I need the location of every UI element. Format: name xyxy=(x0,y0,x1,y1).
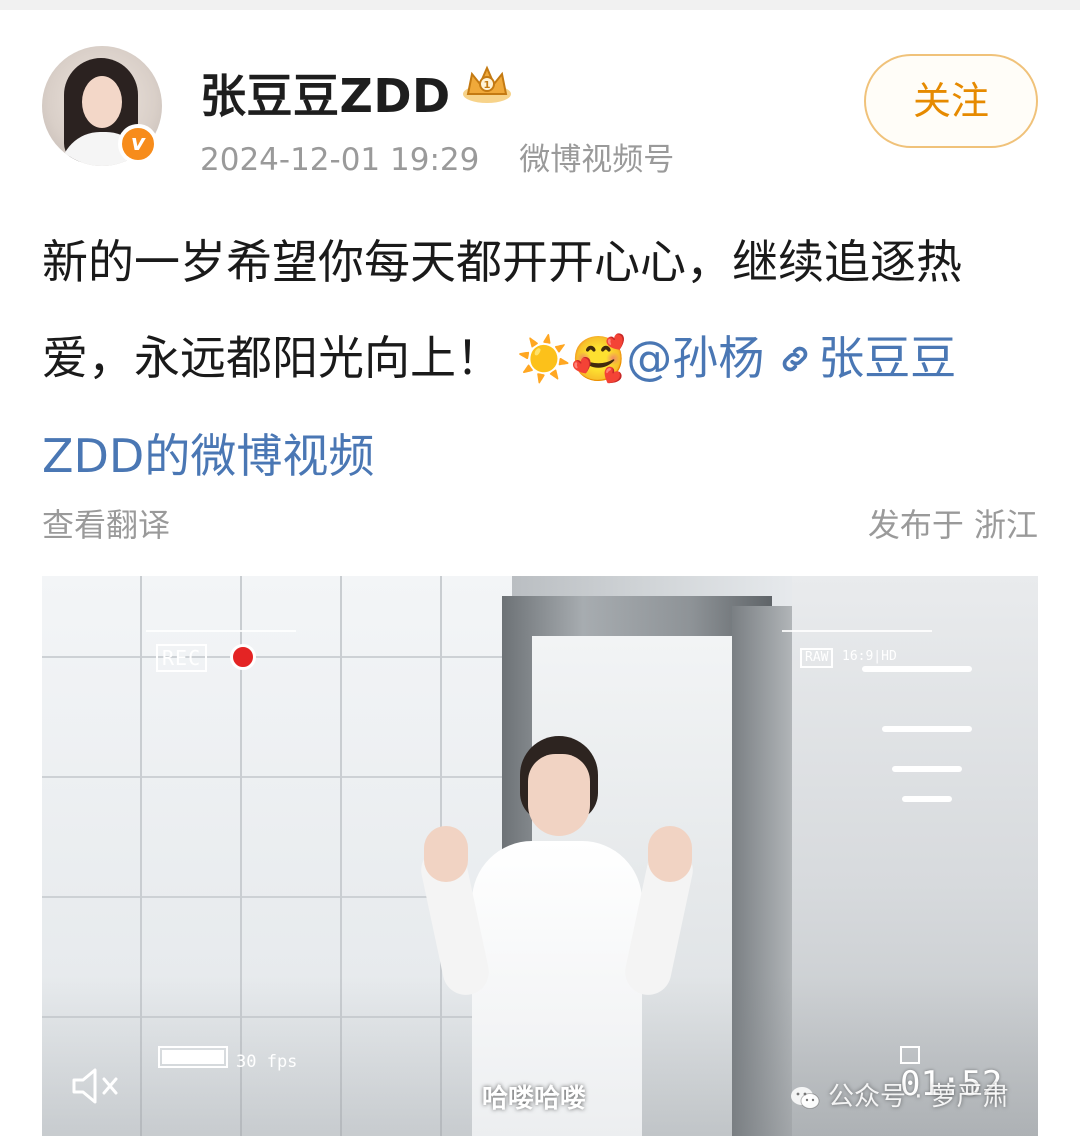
rec-label: REC xyxy=(156,644,208,672)
svg-text:1: 1 xyxy=(484,80,491,91)
status-strip xyxy=(0,0,1080,10)
crown-badge-icon: 1 xyxy=(463,65,511,103)
username[interactable]: 张豆豆ZDD xyxy=(200,60,451,126)
sun-emoji: ☀️ xyxy=(516,334,572,385)
post-text: 新的一岁希望你每天都开开心心，继续追逐热爱，永远都阳光向上！ ☀️🥰@孙杨 张豆… xyxy=(42,214,1042,504)
rec-dot-icon xyxy=(230,644,256,670)
link-icon xyxy=(782,346,808,371)
follow-button[interactable]: 关注 xyxy=(864,54,1038,148)
video-person xyxy=(416,736,698,1136)
video-subtitle: 哈喽哈喽 xyxy=(482,1084,587,1114)
post-meta: 2024-12-01 19:29 微博视频号 xyxy=(200,134,674,179)
raw-info: 16:9|HD xyxy=(842,649,897,664)
mention-link[interactable]: @孙杨 xyxy=(626,331,764,385)
battery-icon xyxy=(158,1046,228,1068)
fps-label: 30 fps xyxy=(236,1052,298,1072)
post-source[interactable]: 微博视频号 xyxy=(519,142,674,178)
smiling-hearts-emoji: 🥰 xyxy=(571,334,627,385)
video-player[interactable]: REC RAW 16:9|HD 30 fps 哈喽哈喽 01:52 公众号 · … xyxy=(42,576,1038,1136)
watermark-text: 公众号 · 萝严肃 xyxy=(828,1082,1009,1112)
watermark: 公众号 · 萝严肃 xyxy=(790,1076,1009,1113)
wechat-icon xyxy=(791,1086,820,1109)
translate-link[interactable]: 查看翻译 xyxy=(42,500,170,546)
speaker-muted-icon[interactable] xyxy=(70,1064,122,1108)
raw-label: RAW xyxy=(800,648,834,668)
timer-bar-icon xyxy=(900,1046,920,1064)
verified-badge-icon: v xyxy=(118,124,158,164)
post-timestamp: 2024-12-01 19:29 xyxy=(200,142,480,178)
post-location: 发布于 浙江 xyxy=(867,506,1038,544)
